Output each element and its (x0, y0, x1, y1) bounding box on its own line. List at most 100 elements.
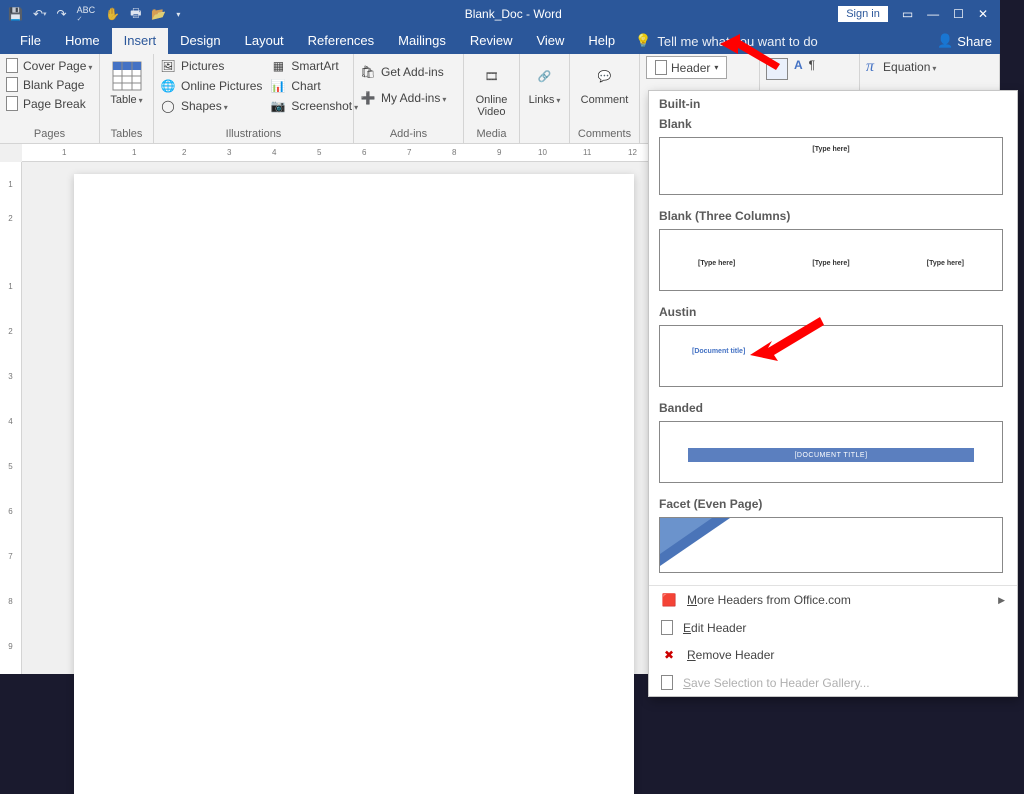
placeholder-text: [Type here] (698, 260, 735, 267)
tab-help[interactable]: Help (576, 28, 627, 54)
edit-header-menuitem[interactable]: Edit Header (649, 614, 1017, 641)
header-gallery-dropdown: Built-in Blank [Type here] Blank (Three … (648, 90, 1018, 697)
header-option-blank[interactable]: [Type here] (659, 137, 1003, 195)
header-icon (655, 60, 667, 75)
header-option-austin-label: Austin (649, 301, 1013, 323)
share-label: Share (957, 34, 992, 49)
placeholder-text: [Document title] (692, 348, 745, 355)
annotation-arrow-austin (750, 315, 830, 370)
blank-page-icon (6, 77, 18, 92)
dropcap-icon[interactable]: ¶ (809, 58, 815, 72)
chart-button[interactable]: 📊Chart (270, 78, 358, 94)
shapes-button[interactable]: ◯Shapes (160, 98, 262, 114)
header-option-three-columns-label: Blank (Three Columns) (649, 205, 1013, 227)
undo-icon[interactable]: ↶▾ (33, 7, 47, 21)
share-icon: 👤 (937, 33, 953, 49)
spellcheck-icon[interactable]: ABC✓ (77, 5, 96, 23)
page-break-icon (6, 96, 18, 111)
more-headers-menuitem[interactable]: 🟥 More Headers from Office.com ▶ (649, 586, 1017, 614)
equation-button[interactable]: πEquation (866, 58, 936, 76)
online-pictures-button[interactable]: 🌐Online Pictures (160, 78, 262, 94)
remove-header-menuitem[interactable]: ✖ Remove Header (649, 641, 1017, 669)
tab-design[interactable]: Design (168, 28, 232, 54)
header-button[interactable]: Header▾ (646, 56, 727, 79)
touch-icon[interactable]: ✋ (105, 7, 120, 21)
comment-icon: 💬 (589, 60, 621, 92)
title-bar: 💾 ↶▾ ↷ ABC✓ ✋ 🖶 📂 ▾ Blank_Doc - Word Sig… (0, 0, 1000, 28)
vertical-ruler[interactable]: 1 2 1 2 3 4 5 6 7 8 9 (0, 162, 22, 674)
tab-insert[interactable]: Insert (112, 28, 169, 54)
pictures-icon: 🖼 (160, 58, 176, 74)
ribbon-tabs: File Home Insert Design Layout Reference… (0, 28, 1000, 54)
online-pictures-icon: 🌐 (160, 78, 176, 94)
shapes-icon: ◯ (160, 98, 176, 114)
gallery-section-label: Built-in (649, 91, 1017, 113)
header-option-austin[interactable]: [Document title] (659, 325, 1003, 387)
cover-page-button[interactable]: Cover Page (6, 58, 92, 73)
cover-page-icon (6, 58, 18, 73)
comment-button[interactable]: 💬 Comment (577, 58, 633, 108)
blank-page-button[interactable]: Blank Page (6, 77, 92, 92)
document-page[interactable] (74, 174, 634, 794)
sign-in-button[interactable]: Sign in (838, 6, 888, 22)
share-button[interactable]: 👤 Share (937, 33, 992, 49)
header-option-three-columns[interactable]: [Type here] [Type here] [Type here] (659, 229, 1003, 291)
video-icon: 🎞 (476, 60, 508, 92)
addins-icon: ➕ (360, 90, 376, 106)
link-icon: 🔗 (529, 60, 561, 92)
header-option-facet[interactable] (659, 517, 1003, 573)
wordart-icon[interactable]: A (794, 58, 803, 72)
placeholder-text: [Type here] (812, 146, 849, 153)
group-label-links (520, 140, 569, 143)
header-option-blank-label: Blank (649, 113, 1013, 135)
group-label-illustrations: Illustrations (154, 128, 353, 143)
tab-references[interactable]: References (296, 28, 386, 54)
window-title: Blank_Doc - Word (188, 7, 838, 21)
smartart-icon: ▦ (270, 58, 286, 74)
tab-file[interactable]: File (8, 28, 53, 54)
redo-icon[interactable]: ↷ (57, 7, 67, 21)
tab-layout[interactable]: Layout (233, 28, 296, 54)
group-label-media: Media (464, 128, 519, 143)
pi-icon: π (866, 58, 874, 76)
submenu-arrow-icon: ▶ (998, 595, 1005, 606)
smartart-button[interactable]: ▦SmartArt (270, 58, 358, 74)
edit-header-icon (661, 620, 673, 635)
chart-icon: 📊 (270, 78, 286, 94)
online-video-button[interactable]: 🎞 OnlineVideo (472, 58, 512, 120)
store-icon: 🛍 (360, 64, 376, 80)
tab-mailings[interactable]: Mailings (386, 28, 458, 54)
get-addins-button[interactable]: 🛍Get Add-ins (360, 64, 446, 80)
tab-review[interactable]: Review (458, 28, 525, 54)
print-icon[interactable]: 🖶 (130, 4, 141, 25)
group-label-comments: Comments (570, 128, 639, 143)
pictures-button[interactable]: 🖼Pictures (160, 58, 262, 74)
maximize-icon[interactable]: ☐ (953, 7, 964, 21)
tab-home[interactable]: Home (53, 28, 112, 54)
save-gallery-icon (661, 675, 673, 690)
save-gallery-label: ave Selection to Header Gallery... (691, 676, 870, 690)
quick-access-toolbar: 💾 ↶▾ ↷ ABC✓ ✋ 🖶 📂 ▾ (0, 4, 188, 25)
table-button[interactable]: Table (106, 58, 146, 108)
screenshot-button[interactable]: 📷Screenshot (270, 98, 358, 114)
save-icon[interactable]: 💾 (8, 7, 23, 21)
lightbulb-icon: 💡 (635, 33, 651, 49)
ribbon-options-icon[interactable]: ▭ (902, 7, 913, 21)
page-break-button[interactable]: Page Break (6, 96, 92, 111)
qat-customize-icon[interactable]: ▾ (176, 10, 180, 19)
tab-view[interactable]: View (524, 28, 576, 54)
links-button[interactable]: 🔗 Links (525, 58, 565, 108)
office-icon: 🟥 (661, 592, 677, 608)
minimize-icon[interactable]: — (927, 7, 939, 21)
edit-header-label: dit Header (691, 621, 746, 635)
close-icon[interactable]: ✕ (978, 7, 988, 21)
header-option-banded[interactable]: [DOCUMENT TITLE] (659, 421, 1003, 483)
remove-header-label: emove Header (696, 648, 775, 662)
screenshot-icon: 📷 (270, 98, 286, 114)
group-label-pages: Pages (0, 128, 99, 143)
open-icon[interactable]: 📂 (151, 7, 166, 21)
header-option-facet-label: Facet (Even Page) (649, 493, 1013, 515)
header-option-banded-label: Banded (649, 397, 1013, 419)
placeholder-text: [Type here] (927, 260, 964, 267)
my-addins-button[interactable]: ➕My Add-ins (360, 90, 446, 106)
